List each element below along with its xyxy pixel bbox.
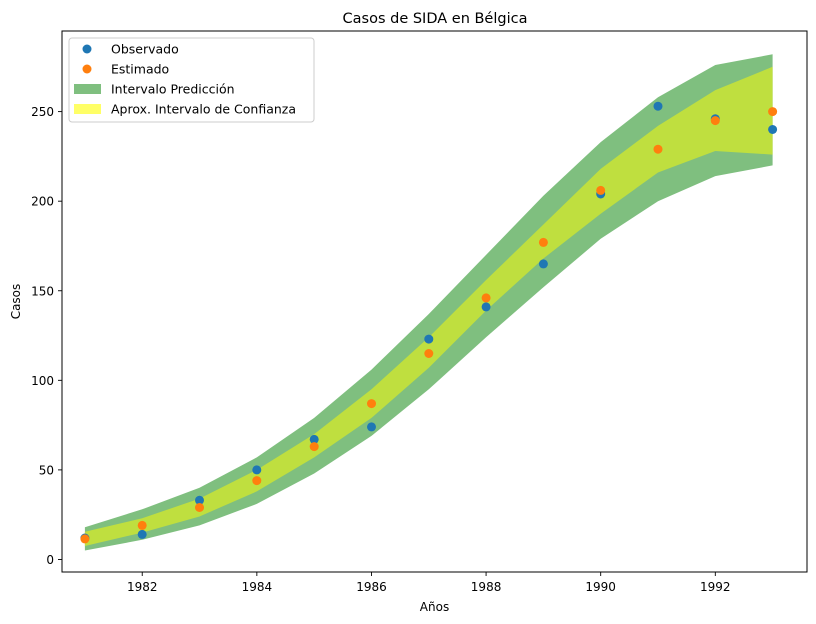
observed-point	[424, 334, 434, 344]
estimated-point	[309, 442, 319, 452]
legend-label-aprox-intervalo-de-confianza: Aprox. Intervalo de Confianza	[111, 102, 296, 117]
x-tick-label: 1984	[242, 580, 273, 594]
estimated-point	[424, 349, 434, 358]
estimated-point	[367, 399, 376, 409]
estimated-point	[653, 144, 663, 154]
legend-patch-aprox-intervalo-de-confianza	[74, 104, 101, 114]
legend-label-estimado: Estimado	[111, 62, 169, 77]
estimated-point	[195, 503, 204, 512]
estimated-point	[481, 293, 491, 303]
x-tick-label: 1992	[700, 580, 731, 594]
chart-title: Casos de SIDA en Bélgica	[343, 11, 528, 27]
legend: Observado Estimado Intervalo Predicción Apr…	[68, 37, 315, 123]
x-tick-label: 1988	[471, 580, 502, 594]
observed-point	[137, 529, 147, 539]
chart: Casos de SIDA en Bélgica 1982 1984 1986 198…	[0, 0, 816, 624]
x-tick-label: 1990	[585, 580, 616, 594]
legend-marker-observado	[82, 44, 92, 54]
observed-point	[538, 259, 548, 269]
legend-label-intervalo-prediccion: Intervalo Predicción	[111, 82, 235, 97]
y-tick-label: 250	[31, 105, 54, 119]
y-tick-label: 0	[46, 553, 54, 567]
observed-point	[252, 465, 262, 475]
x-tick-label: 1986	[356, 580, 387, 594]
y-tick-label: 100	[31, 374, 54, 388]
observed-point	[768, 125, 778, 134]
estimated-point	[710, 116, 720, 126]
estimated-point	[768, 107, 778, 117]
estimated-point	[538, 237, 548, 247]
y-tick-label: 200	[31, 195, 54, 209]
legend-label-observado: Observado	[111, 42, 179, 57]
estimated-point	[80, 534, 90, 544]
observed-point	[481, 302, 491, 312]
observed-point	[653, 101, 663, 111]
y-tick-label: 150	[31, 284, 54, 298]
legend-patch-intervalo-prediccion	[74, 84, 101, 94]
y-axis-label: Casos	[9, 284, 23, 320]
estimated-point	[137, 520, 147, 530]
observed-point	[367, 422, 376, 432]
x-axis-label: Años	[420, 600, 449, 614]
y-tick-label: 50	[39, 463, 54, 477]
estimated-point	[596, 185, 606, 195]
legend-marker-estimado	[82, 64, 92, 74]
estimated-point	[252, 476, 262, 486]
x-tick-label: 1982	[127, 580, 158, 594]
